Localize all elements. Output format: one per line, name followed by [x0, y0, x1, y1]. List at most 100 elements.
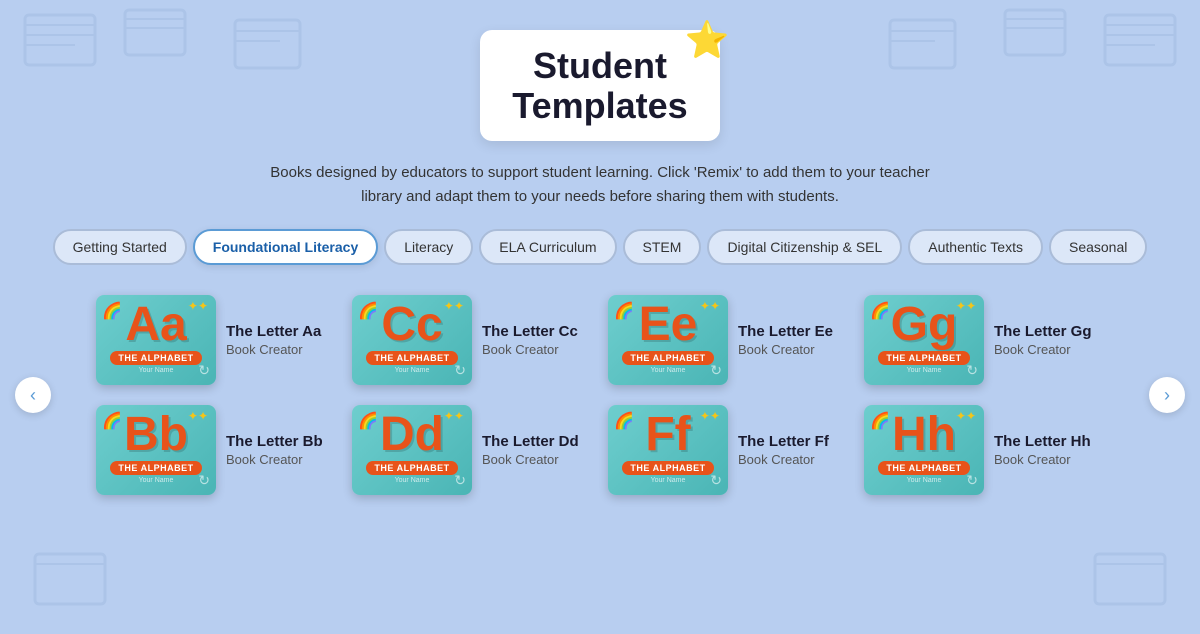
your-name-label: Your Name — [651, 367, 686, 374]
book-item-bb[interactable]: 🌈 ✦✦ Bb The Alphabet Your Name ↻ The Let… — [96, 405, 336, 495]
spiral-icon: ↻ — [454, 472, 466, 489]
books-row-0: 🌈 ✦✦ Aa The Alphabet Your Name ↻ The Let… — [50, 295, 1150, 385]
book-subtitle-gg: Book Creator — [994, 342, 1092, 357]
your-name-label: Your Name — [395, 477, 430, 484]
title-line2: Templates — [512, 86, 687, 126]
your-name-label: Your Name — [139, 367, 174, 374]
book-item-ff[interactable]: 🌈 ✦✦ Ff The Alphabet Your Name ↻ The Let… — [608, 405, 848, 495]
rainbow-icon: 🌈 — [614, 411, 634, 431]
tab-authentic-texts[interactable]: Authentic Texts — [908, 229, 1043, 265]
book-letter: Dd — [380, 411, 444, 459]
rainbow-icon: 🌈 — [358, 301, 378, 321]
book-subtitle-dd: Book Creator — [482, 452, 579, 467]
stars-icon: ✦✦ — [188, 409, 208, 423]
book-item-hh[interactable]: 🌈 ✦✦ Hh The Alphabet Your Name ↻ The Let… — [864, 405, 1104, 495]
prev-arrow[interactable]: ‹ — [15, 377, 51, 413]
book-title-gg: The Letter Gg — [994, 323, 1092, 340]
filter-tabs: Getting StartedFoundational LiteracyLite… — [53, 229, 1148, 265]
alphabet-label: The Alphabet — [622, 461, 713, 475]
books-grid: 🌈 ✦✦ Aa The Alphabet Your Name ↻ The Let… — [50, 295, 1150, 495]
tab-ela-curriculum[interactable]: ELA Curriculum — [479, 229, 616, 265]
book-item-ee[interactable]: 🌈 ✦✦ Ee The Alphabet Your Name ↻ The Let… — [608, 295, 848, 385]
tab-literacy[interactable]: Literacy — [384, 229, 473, 265]
book-title-dd: The Letter Dd — [482, 433, 579, 450]
next-arrow[interactable]: › — [1149, 377, 1185, 413]
book-title-aa: The Letter Aa — [226, 323, 321, 340]
book-title-cc: The Letter Cc — [482, 323, 578, 340]
left-arrow-icon: ‹ — [30, 385, 36, 406]
tab-getting-started[interactable]: Getting Started — [53, 229, 187, 265]
spiral-icon: ↻ — [966, 362, 978, 379]
book-subtitle-bb: Book Creator — [226, 452, 323, 467]
alphabet-label: The Alphabet — [878, 351, 969, 365]
your-name-label: Your Name — [651, 477, 686, 484]
book-info-ff: The Letter Ff Book Creator — [738, 433, 829, 467]
book-subtitle-hh: Book Creator — [994, 452, 1091, 467]
title-badge: Student Templates ⭐ — [480, 30, 719, 141]
description-text: Books designed by educators to support s… — [270, 161, 930, 209]
your-name-label: Your Name — [395, 367, 430, 374]
book-title-ff: The Letter Ff — [738, 433, 829, 450]
alphabet-label: The Alphabet — [878, 461, 969, 475]
alphabet-label: The Alphabet — [110, 461, 201, 475]
books-row-1: 🌈 ✦✦ Bb The Alphabet Your Name ↻ The Let… — [50, 405, 1150, 495]
rainbow-icon: 🌈 — [358, 411, 378, 431]
alphabet-label: The Alphabet — [622, 351, 713, 365]
spiral-icon: ↻ — [198, 362, 210, 379]
stars-icon: ✦✦ — [700, 299, 720, 313]
book-info-dd: The Letter Dd Book Creator — [482, 433, 579, 467]
spiral-icon: ↻ — [966, 472, 978, 489]
book-info-bb: The Letter Bb Book Creator — [226, 433, 323, 467]
tab-stem[interactable]: STEM — [623, 229, 702, 265]
rainbow-icon: 🌈 — [102, 301, 122, 321]
spiral-icon: ↻ — [198, 472, 210, 489]
book-info-cc: The Letter Cc Book Creator — [482, 323, 578, 357]
book-info-gg: The Letter Gg Book Creator — [994, 323, 1092, 357]
rainbow-icon: 🌈 — [870, 411, 890, 431]
title-line1: Student — [512, 46, 687, 86]
rainbow-icon: 🌈 — [102, 411, 122, 431]
your-name-label: Your Name — [907, 367, 942, 374]
stars-icon: ✦✦ — [956, 409, 976, 423]
book-letter: Bb — [124, 411, 188, 459]
book-info-aa: The Letter Aa Book Creator — [226, 323, 321, 357]
tab-seasonal[interactable]: Seasonal — [1049, 229, 1147, 265]
alphabet-label: The Alphabet — [366, 351, 457, 365]
book-subtitle-ee: Book Creator — [738, 342, 833, 357]
book-subtitle-aa: Book Creator — [226, 342, 321, 357]
book-letter: Ee — [639, 301, 698, 349]
star-decoration: ⭐ — [685, 20, 730, 60]
book-title-hh: The Letter Hh — [994, 433, 1091, 450]
book-item-gg[interactable]: 🌈 ✦✦ Gg The Alphabet Your Name ↻ The Let… — [864, 295, 1104, 385]
book-subtitle-cc: Book Creator — [482, 342, 578, 357]
rainbow-icon: 🌈 — [614, 301, 634, 321]
book-info-ee: The Letter Ee Book Creator — [738, 323, 833, 357]
book-letter: Hh — [892, 411, 956, 459]
alphabet-label: The Alphabet — [366, 461, 457, 475]
stars-icon: ✦✦ — [444, 299, 464, 313]
book-subtitle-ff: Book Creator — [738, 452, 829, 467]
spiral-icon: ↻ — [454, 362, 466, 379]
book-title-ee: The Letter Ee — [738, 323, 833, 340]
right-arrow-icon: › — [1164, 385, 1170, 406]
alphabet-label: The Alphabet — [110, 351, 201, 365]
book-letter: Aa — [125, 301, 186, 349]
book-letter: Gg — [891, 301, 958, 349]
your-name-label: Your Name — [139, 477, 174, 484]
stars-icon: ✦✦ — [188, 299, 208, 313]
spiral-icon: ↻ — [710, 362, 722, 379]
tab-foundational-literacy[interactable]: Foundational Literacy — [193, 229, 378, 265]
book-item-aa[interactable]: 🌈 ✦✦ Aa The Alphabet Your Name ↻ The Let… — [96, 295, 336, 385]
book-info-hh: The Letter Hh Book Creator — [994, 433, 1091, 467]
rainbow-icon: 🌈 — [870, 301, 890, 321]
stars-icon: ✦✦ — [444, 409, 464, 423]
stars-icon: ✦✦ — [956, 299, 976, 313]
tab-digital-citizenship[interactable]: Digital Citizenship & SEL — [707, 229, 902, 265]
stars-icon: ✦✦ — [700, 409, 720, 423]
book-item-dd[interactable]: 🌈 ✦✦ Dd The Alphabet Your Name ↻ The Let… — [352, 405, 592, 495]
spiral-icon: ↻ — [710, 472, 722, 489]
your-name-label: Your Name — [907, 477, 942, 484]
book-letter: Cc — [381, 301, 442, 349]
book-item-cc[interactable]: 🌈 ✦✦ Cc The Alphabet Your Name ↻ The Let… — [352, 295, 592, 385]
book-title-bb: The Letter Bb — [226, 433, 323, 450]
